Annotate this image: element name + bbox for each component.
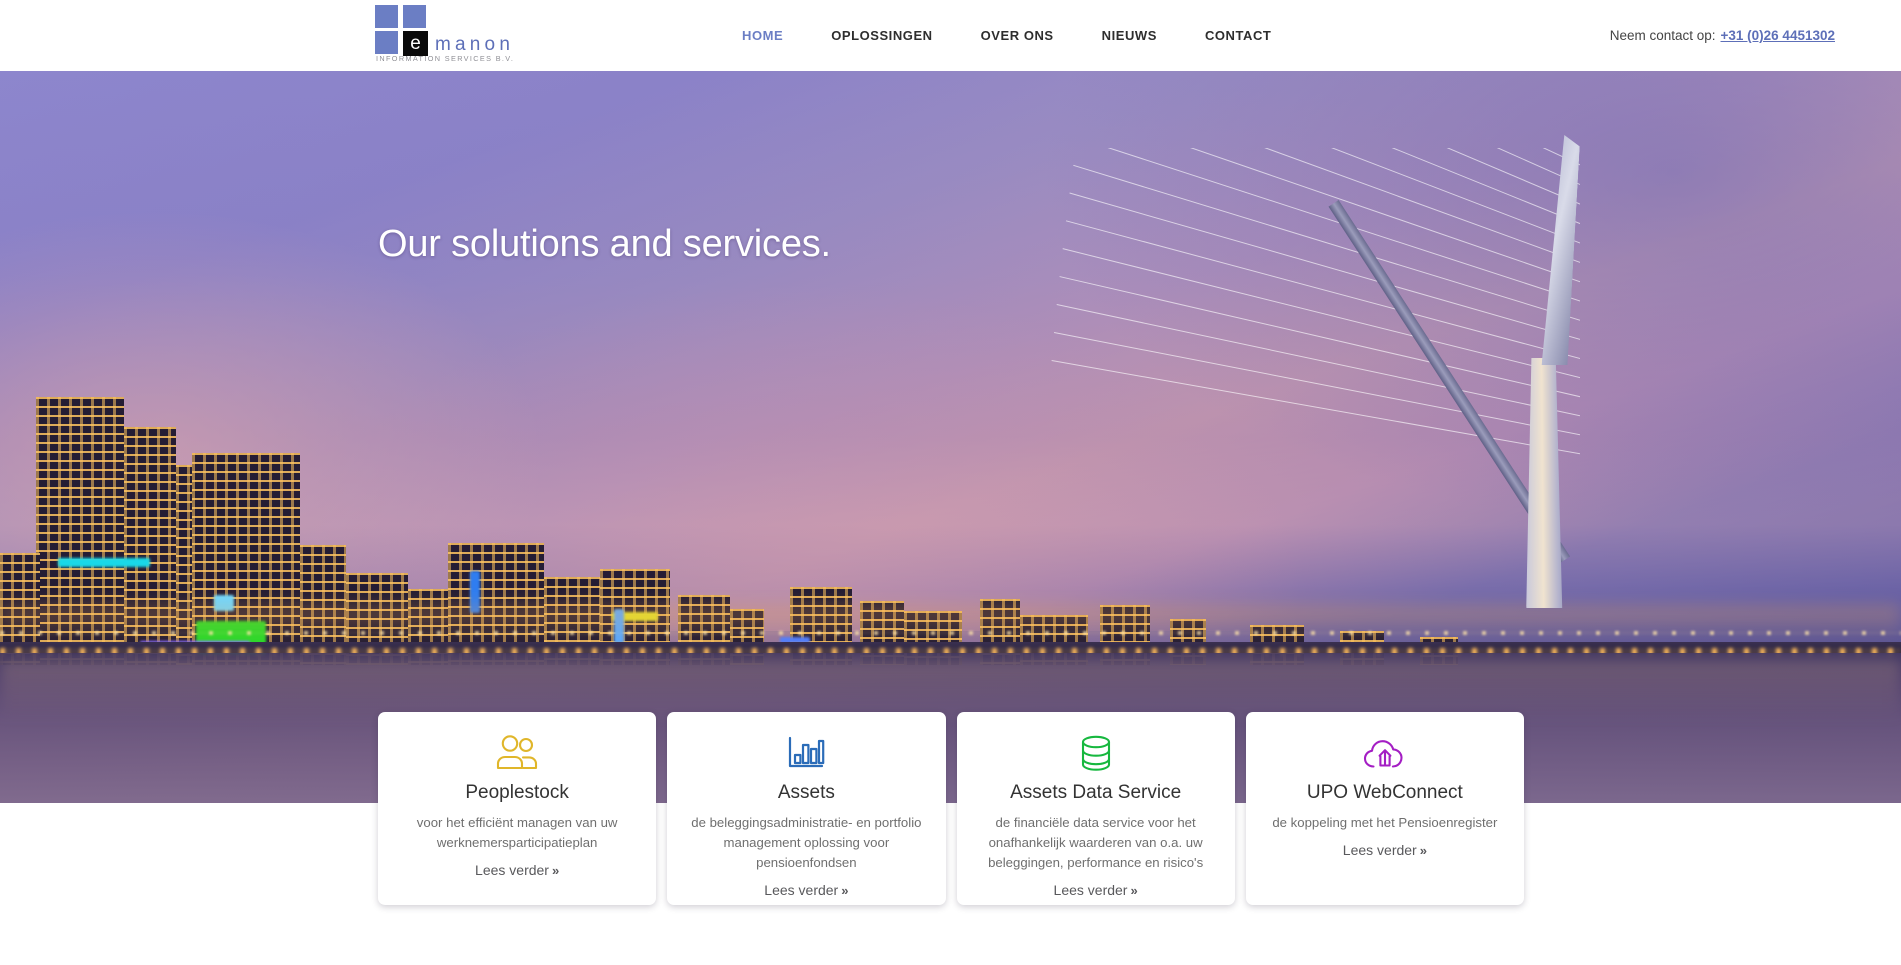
site-logo[interactable]: e manon INFORMATION SERVICES B.V. [375,3,515,65]
logo-square-top-left [375,5,398,28]
nav-item-contact[interactable]: CONTACT [1181,28,1295,43]
read-more-label: Lees verder [764,882,839,898]
read-more-link[interactable]: Lees verder» [1054,882,1138,898]
logo-square-bottom-left [375,31,398,54]
card-peoplestock[interactable]: Peoplestock voor het efficiënt managen v… [378,712,657,905]
main-navigation: HOME OPLOSSINGEN OVER ONS NIEUWS CONTACT [718,0,1295,71]
card-title: Peoplestock [465,782,569,803]
card-title: UPO WebConnect [1306,782,1463,803]
read-more-label: Lees verder [475,862,549,878]
logo-mark: e manon INFORMATION SERVICES B.V. [375,3,515,63]
card-title: Assets [777,782,835,803]
read-more-label: Lees verder [1053,882,1128,898]
card-assets[interactable]: Assets de beleggingsadministratie- en po… [667,712,946,905]
chevron-right-icon: » [551,863,560,878]
bridge-road-lights [0,631,1901,635]
contact-phone-link[interactable]: +31 (0)26 4451302 [1721,28,1835,43]
card-title: Assets Data Service [1010,782,1182,803]
people-icon [494,730,540,778]
nav-item-over-ons[interactable]: OVER ONS [957,28,1078,43]
card-description: de beleggingsadministratie- en portfolio… [691,815,922,870]
logo-tagline: INFORMATION SERVICES B.V. [376,54,515,63]
nav-item-nieuws[interactable]: NIEUWS [1078,28,1181,43]
bridge-cables [1040,148,1580,538]
card-upo-webconnect[interactable]: UPO WebConnect de koppeling met het Pens… [1245,712,1524,905]
read-more-link[interactable]: Lees verder» [475,862,559,878]
chevron-right-icon: » [1130,883,1138,898]
card-description: de financiële data service voor het onaf… [988,815,1204,870]
hero-light-glow [0,605,1901,641]
page-root: e manon INFORMATION SERVICES B.V. HOME O… [0,0,1901,965]
cloud-upload-icon [1361,730,1409,778]
read-more-label: Lees verder [1342,842,1417,858]
read-more-link[interactable]: Lees verder» [1343,842,1427,858]
contact-prefix-label: Neem contact op: [1609,28,1716,43]
hero-title: Our solutions and services. [378,223,831,265]
chevron-right-icon: » [1419,843,1427,858]
site-header: e manon INFORMATION SERVICES B.V. HOME O… [0,0,1901,71]
hero-skyline [0,245,1901,665]
read-more-link[interactable]: Lees verder» [764,882,848,898]
hero-banner: Our solutions and services. [0,71,1901,803]
nav-item-home[interactable]: HOME [718,28,807,43]
logo-square-top-right [403,5,426,28]
card-description: voor het efficiënt managen van uw werkne… [416,815,618,850]
header-contact: Neem contact op: +31 (0)26 4451302 [1610,0,1835,71]
database-icon [1075,730,1117,778]
logo-letter-e: e [403,31,428,56]
card-description: de koppeling met het Pensioenregister [1272,815,1498,830]
hero-water-reflection [0,659,1901,717]
nav-item-oplossingen[interactable]: OPLOSSINGEN [807,28,956,43]
card-assets-data-service[interactable]: Assets Data Service de financiële data s… [956,712,1235,905]
solution-cards: Peoplestock voor het efficiënt managen v… [378,712,1524,905]
bar-chart-icon [784,730,828,778]
logo-wordmark: manon [435,34,515,55]
chevron-right-icon: » [841,883,849,898]
